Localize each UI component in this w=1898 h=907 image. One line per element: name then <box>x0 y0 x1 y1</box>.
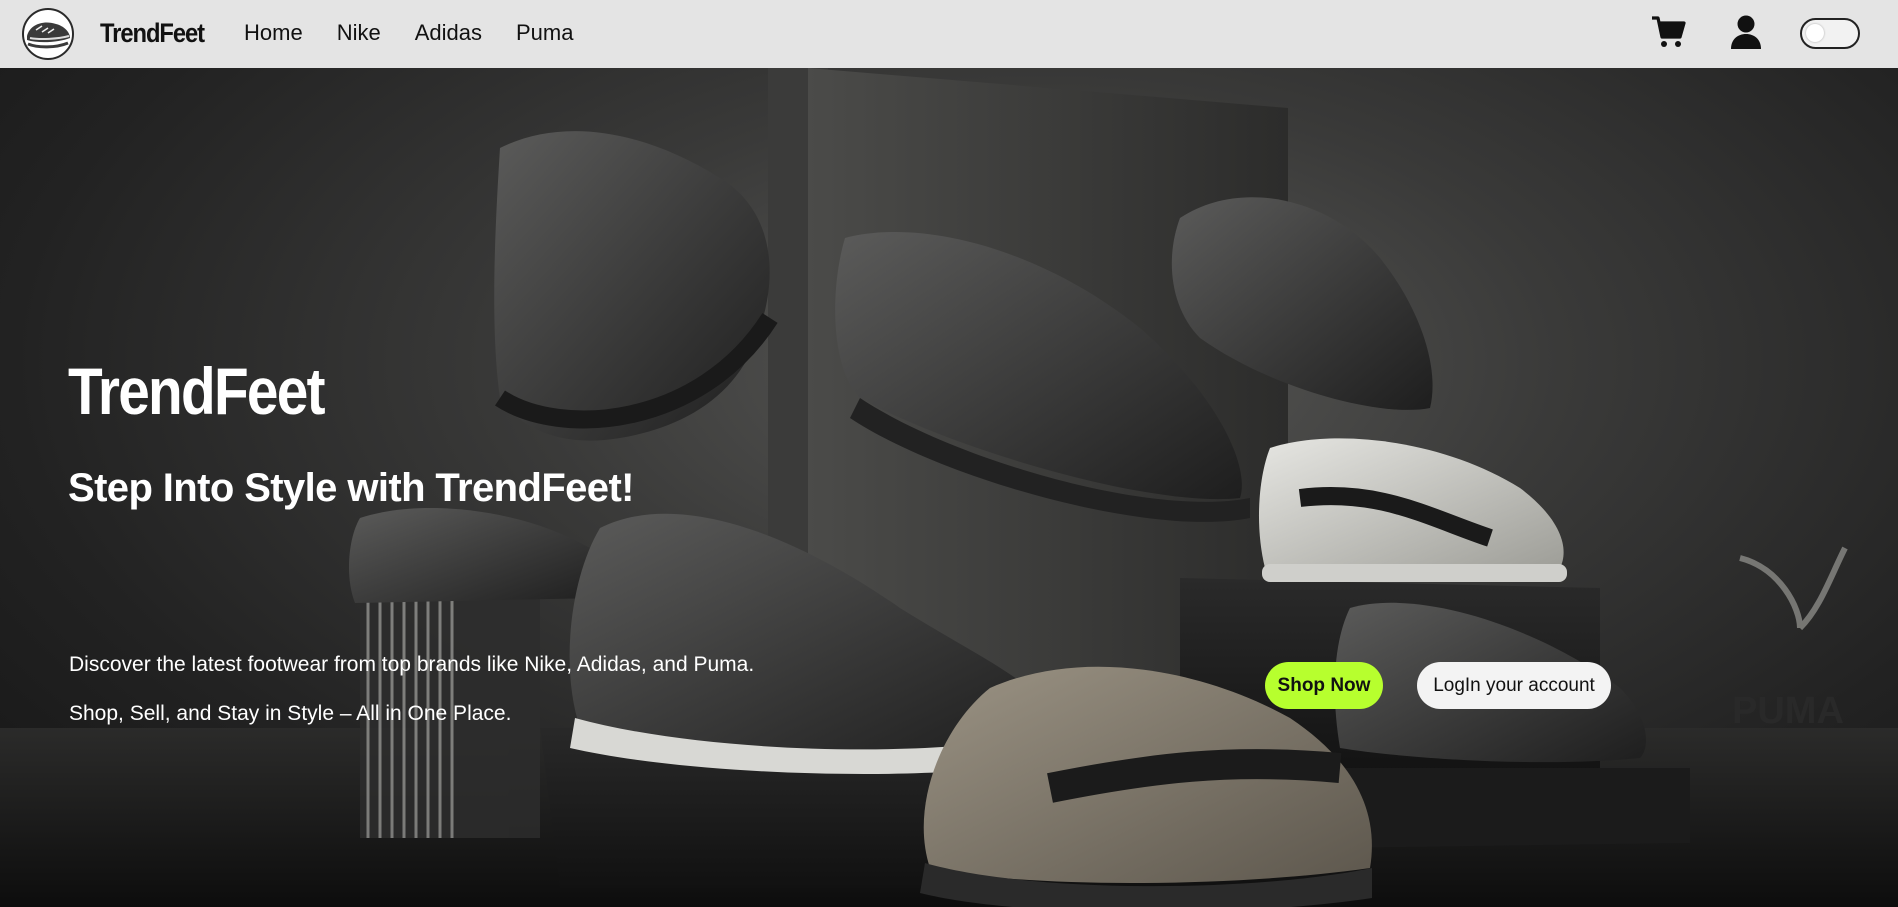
hero-description-line-2: Shop, Sell, and Stay in Style – All in O… <box>69 702 512 725</box>
main-nav: Home Nike Adidas Puma <box>244 20 607 46</box>
nav-puma[interactable]: Puma <box>516 20 573 46</box>
top-navbar: TrendFeet Home Nike Adidas Puma <box>0 0 1898 68</box>
login-account-button[interactable]: LogIn your account <box>1417 662 1611 709</box>
shop-now-button[interactable]: Shop Now <box>1265 662 1383 709</box>
nav-adidas[interactable]: Adidas <box>415 20 482 46</box>
theme-toggle-switch[interactable] <box>1800 18 1860 49</box>
toggle-knob <box>1806 24 1824 42</box>
shopping-cart-icon[interactable] <box>1650 14 1686 50</box>
sneaker-logo-icon[interactable] <box>20 6 76 62</box>
nav-nike[interactable]: Nike <box>337 20 381 46</box>
hero-description-line-1: Discover the latest footwear from top br… <box>69 653 755 676</box>
brand-name[interactable]: TrendFeet <box>100 18 205 49</box>
user-account-icon[interactable] <box>1730 15 1762 49</box>
puma-wall-logo-text: PUMA <box>1732 690 1844 732</box>
hero-title: TrendFeet <box>68 354 325 428</box>
hero-subtitle: Step Into Style with TrendFeet! <box>68 466 635 510</box>
hero-banner: PUMA TrendFeet Step Into Style with Tren… <box>0 68 1898 907</box>
nav-home[interactable]: Home <box>244 20 303 46</box>
